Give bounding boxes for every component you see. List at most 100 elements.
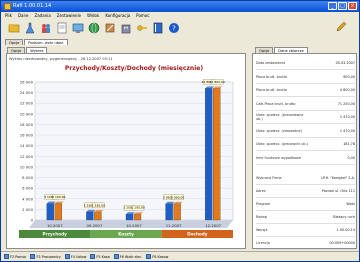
pencil-icon[interactable] xyxy=(335,21,347,33)
summary-row: Inne fundusze wypadkowe 0,00 xyxy=(256,152,355,165)
tab-opcje[interactable]: Opcje xyxy=(5,39,24,45)
y-tick-label: 4 000 xyxy=(22,196,33,201)
book-icon[interactable] xyxy=(151,21,165,34)
summary-label: Ubez. społecz. (zdrowotne) xyxy=(256,128,302,133)
status-item[interactable]: F8 Kasow xyxy=(146,254,168,259)
data-label: 1 530,00 xyxy=(92,203,105,207)
status-item[interactable]: F4 Ustaw xyxy=(64,254,86,259)
flask-icon[interactable] xyxy=(23,21,37,34)
y-tick-label: 2 000 xyxy=(22,207,33,212)
x-tick-label: 10.2007 xyxy=(126,223,142,228)
summary-value: 0,00 xyxy=(347,155,355,160)
summary-label: Płaca brutt. brutto xyxy=(256,88,288,92)
summary-value: 71 250,00 xyxy=(337,101,355,106)
company-value: Poznań ul. Orla 111 xyxy=(321,189,355,193)
company-value: LP.H. "Komplet" S.A. xyxy=(321,176,355,180)
legend-label: Przychody xyxy=(42,232,67,237)
menu-zadania[interactable]: Zadania xyxy=(34,12,50,19)
close-button[interactable]: × xyxy=(348,2,357,10)
summary-row: Płaca brutt. brutto 900,00 xyxy=(256,71,355,84)
status-item[interactable]: F5 Kasa xyxy=(90,254,110,259)
company-label: Wybrana Firma xyxy=(256,176,282,180)
y-tick-label: 16 000 xyxy=(20,133,34,138)
minimize-button[interactable]: _ xyxy=(328,2,337,10)
y-tick-label: 10 000 xyxy=(20,164,34,169)
summary-label: Data zestawienia xyxy=(256,61,286,65)
menu-bar: Plik Dane Zadania Zestawienie Widok Konf… xyxy=(1,12,359,19)
title-bar: Rafi 1.00.01.14 _ □ × xyxy=(1,1,359,12)
summary-label: Całk.Płaca brutt. brutto xyxy=(256,101,296,106)
folder-icon[interactable] xyxy=(7,21,21,34)
summary-value: 181,78 xyxy=(343,142,355,146)
company-label: Adres xyxy=(256,189,266,193)
svg-text:?: ? xyxy=(172,24,176,32)
menu-dane[interactable]: Dane xyxy=(18,12,29,19)
key-icon[interactable] xyxy=(135,21,149,34)
function-key-icon xyxy=(90,254,96,259)
monitor-icon[interactable] xyxy=(71,21,85,34)
menu-widok[interactable]: Widok xyxy=(87,12,99,19)
y-tick-label: 20 000 xyxy=(20,111,34,116)
toolbar: ? xyxy=(1,19,359,36)
app-icon xyxy=(4,3,11,10)
bar xyxy=(205,88,213,221)
y-tick-label: 24 000 xyxy=(20,90,34,95)
summary-label: Ubez. społecz. (pracownik ub.) xyxy=(256,142,308,146)
x-tick-label: 11.2007 xyxy=(166,223,182,228)
company-row: Licencja 00-009+00000 xyxy=(256,237,355,250)
tools-icon[interactable] xyxy=(103,21,117,34)
bar xyxy=(125,214,134,221)
data-label: 1 100,00 xyxy=(131,206,144,210)
menu-plik[interactable]: Plik xyxy=(5,12,12,19)
company-row: Program Wzór xyxy=(256,198,355,211)
status-item[interactable]: F2 Pomoc xyxy=(4,254,26,259)
document-icon[interactable] xyxy=(55,21,69,34)
company-label: Licencja xyxy=(256,241,270,245)
y-tick-label: 26 000 xyxy=(20,80,34,85)
summary-label: Ubez. społecz. (pracodawca ub.) xyxy=(256,113,304,121)
function-key-icon xyxy=(30,254,36,259)
summary-label: Inne fundusze wypadkowe xyxy=(256,155,301,160)
y-tick-label: 18 000 xyxy=(20,122,34,127)
summary-value: 1 470,00 xyxy=(339,115,355,119)
y-tick-label: 22 000 xyxy=(20,101,34,106)
menu-zestawienie[interactable]: Zestawienie xyxy=(57,12,81,19)
summary-row: Całk.Płaca brutt. brutto 71 250,00 xyxy=(256,98,355,111)
data-label: 24 800,00 xyxy=(210,80,225,84)
function-key-icon xyxy=(4,254,9,259)
people-icon[interactable] xyxy=(39,21,53,34)
company-value: 00-009+00000 xyxy=(329,241,355,245)
status-item[interactable]: F3 Pracownicy xyxy=(30,254,61,259)
data-label: 3 060,00 xyxy=(171,195,184,199)
company-row: Wybrana Firma LP.H. "Komplet" S.A. xyxy=(256,172,355,185)
chart-title: Przychody/Koszty/Dochody (miesięcznie) xyxy=(65,65,203,72)
bar xyxy=(173,203,181,221)
legend-label: Koszty xyxy=(118,232,134,237)
bar xyxy=(133,214,142,221)
help-icon[interactable]: ? xyxy=(167,21,181,34)
app-window: Rafi 1.00.01.14 _ □ × Plik Dane Zadania … xyxy=(0,0,360,262)
tab-podsumowanie[interactable]: Podsum. wzór ubez. xyxy=(24,39,69,45)
building-icon[interactable] xyxy=(119,21,133,34)
y-tick-label: 0 xyxy=(31,218,34,223)
maximize-button[interactable]: □ xyxy=(338,2,347,10)
company-row: Rodzaj Bieżący ruch xyxy=(256,211,355,224)
summary-row: Ubez. społecz. (zdrowotne) 1 470,00 xyxy=(256,125,355,138)
menu-pomoc[interactable]: Pomoc xyxy=(136,12,149,19)
company-row: Wersja 1.00.00.14 xyxy=(256,224,355,237)
function-key-icon xyxy=(64,254,70,259)
function-key-icon xyxy=(146,254,152,259)
x-tick-label: 12.2007 xyxy=(205,223,221,228)
bar xyxy=(46,203,54,221)
status-item[interactable]: F6 Wzór zlec. xyxy=(113,254,142,259)
y-tick-label: 14 000 xyxy=(20,143,34,148)
company-label: Wersja xyxy=(256,228,268,232)
globe-icon[interactable] xyxy=(87,21,101,34)
bar xyxy=(213,88,221,221)
menu-konfiguracja[interactable]: Konfiguracja xyxy=(105,12,130,19)
bar xyxy=(165,203,173,221)
bar xyxy=(86,211,94,221)
summary-row: Data zestawienia 05.03.2007 xyxy=(256,57,355,70)
summary-value: 900,00 xyxy=(343,74,355,79)
y-tick-label: 12 000 xyxy=(20,154,34,159)
